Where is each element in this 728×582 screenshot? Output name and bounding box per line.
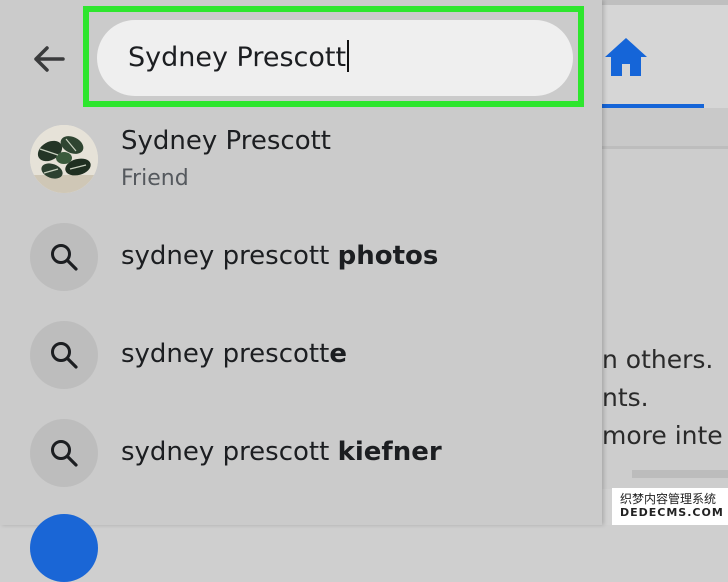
list-item[interactable]: sydney prescott kiefner xyxy=(0,408,600,498)
background-text-line: nts. xyxy=(602,383,649,412)
list-item[interactable]: sydney prescotte xyxy=(0,310,600,400)
search-icon xyxy=(51,342,78,369)
list-item[interactable]: sydney prescott photos xyxy=(0,212,600,302)
home-icon xyxy=(605,38,647,76)
search-icon-container xyxy=(30,321,98,389)
search-icon xyxy=(51,440,78,467)
plant-photo-icon xyxy=(30,125,98,193)
search-icon xyxy=(51,244,78,271)
search-icon-container xyxy=(30,419,98,487)
background-text-line: n others. xyxy=(602,345,714,374)
highlight-box xyxy=(83,6,584,107)
avatar xyxy=(30,125,98,193)
search-icon-container xyxy=(30,223,98,291)
watermark-line1: 织梦内容管理系统 xyxy=(620,492,717,506)
suggestion-label: sydney prescott photos xyxy=(121,241,439,271)
home-tab[interactable] xyxy=(600,22,652,92)
background-strip xyxy=(600,108,728,146)
background-divider xyxy=(632,470,728,478)
top-border xyxy=(600,0,728,5)
person-name: Sydney Prescott xyxy=(121,126,331,156)
partial-result-avatar[interactable] xyxy=(30,514,98,582)
background-text-line: more inte xyxy=(602,421,723,450)
watermark-line2: DEDECMS.COM xyxy=(620,506,724,519)
back-button[interactable] xyxy=(24,36,74,82)
suggestion-label: sydney prescotte xyxy=(121,339,347,369)
suggestion-label: sydney prescott kiefner xyxy=(121,437,442,467)
person-relation: Friend xyxy=(121,166,189,191)
arrow-left-icon xyxy=(34,46,65,72)
